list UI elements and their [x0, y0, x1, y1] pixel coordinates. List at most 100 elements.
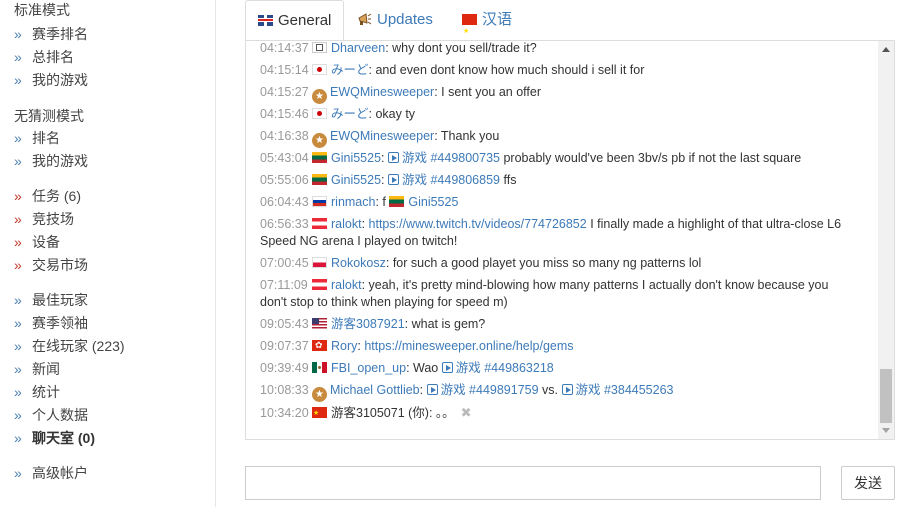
game-link[interactable]: 游戏 #449806859 [402, 173, 500, 187]
sidebar-item-arena[interactable]: » 竞技场 [14, 209, 74, 229]
scroll-up-arrow-icon[interactable] [882, 47, 890, 52]
sidebar-item-online-players[interactable]: » 在线玩家 (223) [14, 336, 125, 356]
username-link[interactable]: みーど [331, 107, 369, 121]
sidebar: 标准模式 » 赛季排名 » 总排名 » 我的游戏 无猜测模式 » 排名 » 我的游戏 » 任… [0, 0, 216, 507]
message-link[interactable]: https://www.twitch.tv/videos/774726852 [369, 217, 587, 231]
username-link[interactable]: 游客3105071 [331, 406, 405, 420]
username-link[interactable]: Dharveen [331, 41, 385, 55]
sidebar-item-marketplace[interactable]: » 交易市场 [14, 255, 88, 275]
chat-message: 06:56:33 ralokt: https://www.twitch.tv/vi… [260, 217, 842, 248]
jp-flag-icon [312, 108, 327, 119]
scrollbar-thumb[interactable] [880, 369, 892, 423]
mention-link[interactable]: Gini5525 [408, 195, 458, 209]
game-link[interactable]: 游戏 #449891759 [441, 383, 539, 397]
sidebar-item-premium-account[interactable]: » 高级帐户 [14, 463, 88, 483]
username-link[interactable]: Gini5525 [331, 151, 381, 165]
jp-flag-icon [312, 64, 327, 75]
standard-mode-title: 标准模式 [14, 2, 70, 18]
sidebar-item-personal-data[interactable]: » 个人数据 [14, 405, 88, 425]
lt-flag-icon [389, 196, 405, 207]
chat-message: 10:34:20 游客3105071 (你): 。。 ✖ [260, 404, 860, 422]
message-text: : I sent you an offer [434, 85, 541, 99]
sidebar-item-statistics[interactable]: » 统计 [14, 382, 60, 402]
message-text: : f [375, 195, 390, 209]
ru-flag-icon [312, 196, 327, 207]
message-time: 04:16:38 [260, 129, 309, 143]
scrollbar[interactable] [878, 41, 894, 439]
username-link[interactable]: 游客3087921 [331, 317, 405, 331]
sidebar-item-equipment[interactable]: » 设备 [14, 232, 60, 252]
username-link[interactable]: Rokokosz [331, 256, 386, 270]
chevron-right-icon: » [14, 72, 22, 88]
username-link[interactable]: Rory [331, 339, 357, 353]
game-link[interactable]: 游戏 #449863218 [456, 361, 554, 375]
chat-message: 07:00:45 Rokokosz: for such a good playet… [260, 255, 860, 272]
username-link[interactable]: ralokt [331, 278, 362, 292]
message-time: 04:15:27 [260, 85, 309, 99]
message-time: 09:05:43 [260, 317, 309, 331]
chevron-right-icon: » [14, 292, 22, 308]
chat-message: 10:08:33 ★ Michael Gottlieb: 游戏 #449891759… [260, 383, 674, 402]
game-icon [388, 174, 399, 185]
chevron-right-icon: » [14, 430, 22, 446]
message-time: 05:55:06 [260, 173, 309, 187]
message-list: 04:14:37 Dharveen: why dont you sell/trad… [246, 41, 878, 439]
tab-general[interactable]: General [245, 0, 345, 41]
chevron-right-icon: » [14, 188, 22, 204]
chat-message: 04:16:38 ★ EWQMinesweeper: Thank you [260, 128, 860, 148]
tab-chinese[interactable]: 汉语 [450, 0, 524, 52]
username-link[interactable]: Gini5525 [331, 173, 381, 187]
chat-message: 04:15:14 みーど: and even dont know how much… [260, 62, 860, 79]
at-flag-icon [312, 279, 327, 290]
sidebar-item-chat-room[interactable]: » 聊天室 (0) [14, 428, 95, 448]
game-link[interactable]: 游戏 #384455263 [576, 383, 674, 397]
username-link[interactable]: FBI_open_up [331, 361, 406, 375]
message-link[interactable]: https://minesweeper.online/help/gems [364, 339, 573, 353]
username-link[interactable]: EWQMinesweeper [330, 129, 434, 143]
message-text: : for such a good playet you miss so man… [385, 256, 702, 270]
chat-message: 04:15:46 みーど: okay ty [260, 106, 860, 123]
chevron-right-icon: » [14, 153, 22, 169]
username-link[interactable]: rinmach [331, 195, 375, 209]
sidebar-item-total-ranking[interactable]: » 总排名 [14, 47, 74, 67]
message-text: ffs [500, 173, 517, 187]
chevron-right-icon: » [14, 361, 22, 377]
username-link[interactable]: みーど [331, 63, 369, 77]
game-icon [426, 384, 438, 395]
sidebar-item-season-leaders[interactable]: » 赛季领袖 [14, 313, 88, 333]
lt-flag-icon [312, 152, 327, 163]
chevron-right-icon: » [14, 315, 22, 331]
message-text: : Wao [406, 361, 442, 375]
sidebar-item-news[interactable]: » 新闻 [14, 359, 60, 379]
delete-message-icon[interactable]: ✖ [461, 405, 472, 420]
chevron-right-icon: » [14, 257, 22, 273]
message-text-continued: Speed NG arena I played on twitch! [260, 234, 458, 248]
chat-message: 04:14:37 Dharveen: why dont you sell/trad… [260, 41, 860, 57]
username-link[interactable]: EWQMinesweeper [330, 85, 434, 99]
message-time: 06:56:33 [260, 217, 309, 231]
sidebar-item-season-ranking[interactable]: » 赛季排名 [14, 24, 88, 44]
sidebar-item-my-games[interactable]: » 我的游戏 [14, 70, 88, 90]
game-icon [441, 362, 453, 373]
username-link[interactable]: ralokt [331, 217, 362, 231]
chevron-right-icon: » [14, 384, 22, 400]
send-button[interactable]: 发送 [841, 466, 895, 500]
megaphone-icon [357, 2, 372, 25]
sidebar-item-nog-ranking[interactable]: » 排名 [14, 128, 60, 148]
chat-message-input[interactable] [245, 466, 821, 500]
message-text: : Thank you [434, 129, 500, 143]
message-text: vs. [538, 383, 562, 397]
game-link[interactable]: 游戏 #449800735 [402, 151, 500, 165]
chat-message: 06:04:43 rinmach: f Gini5525 [260, 194, 860, 211]
chevron-right-icon: » [14, 130, 22, 146]
chat-message: 05:55:06 Gini5525: 游戏 #449806859 ffs [260, 173, 517, 187]
scroll-down-arrow-icon[interactable] [882, 428, 890, 433]
game-icon [388, 152, 399, 163]
username-link[interactable]: Michael Gottlieb [330, 383, 420, 397]
tab-updates[interactable]: Updates [345, 0, 445, 41]
sidebar-item-best-players[interactable]: » 最佳玩家 [14, 290, 88, 310]
sidebar-item-nog-my-games[interactable]: » 我的游戏 [14, 151, 88, 171]
sidebar-item-quests[interactable]: » 任务 (6) [14, 186, 81, 206]
mx-flag-icon [312, 362, 327, 373]
message-time: 09:07:37 [260, 339, 309, 353]
